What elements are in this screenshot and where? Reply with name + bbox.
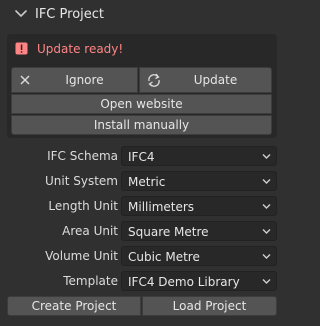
update-message: Update ready! <box>37 42 124 56</box>
dropdown-arrow-icon <box>262 254 271 259</box>
ignore-button[interactable]: Ignore <box>11 67 138 93</box>
update-label: Update <box>193 73 238 87</box>
load-project-button[interactable]: Load Project <box>142 296 277 316</box>
length-unit-select[interactable]: Millimeters <box>121 196 277 216</box>
field-unit-system: Unit System Metric <box>0 171 284 191</box>
update-button[interactable]: Update <box>139 67 272 93</box>
select-value: Square Metre <box>128 225 209 239</box>
create-project-button[interactable]: Create Project <box>7 296 141 316</box>
field-length-unit: Length Unit Millimeters <box>0 196 284 216</box>
panel-title: IFC Project <box>35 7 104 22</box>
volume-unit-select[interactable]: Cubic Metre <box>121 246 277 266</box>
ifc-project-panel: IFC Project Update ready! Ignore Update … <box>0 0 284 326</box>
dropdown-arrow-icon <box>262 179 271 184</box>
panel-header[interactable]: IFC Project <box>0 0 284 30</box>
ignore-label: Ignore <box>65 73 104 87</box>
field-label: Unit System <box>45 174 118 188</box>
open-website-button[interactable]: Open website <box>11 94 272 114</box>
field-label: Volume Unit <box>45 249 118 263</box>
install-manually-button[interactable]: Install manually <box>11 115 272 135</box>
chevron-down-icon[interactable] <box>15 9 27 19</box>
select-value: IFC4 <box>128 150 155 164</box>
field-ifc-schema: IFC Schema IFC4 <box>0 146 284 166</box>
select-value: Metric <box>128 175 166 189</box>
field-label: Template <box>63 274 118 288</box>
field-label: IFC Schema <box>47 149 118 163</box>
area-unit-select[interactable]: Square Metre <box>121 221 277 241</box>
dropdown-arrow-icon <box>262 279 271 284</box>
dropdown-arrow-icon <box>262 204 271 209</box>
warning-icon <box>15 42 28 55</box>
select-value: Millimeters <box>128 200 195 214</box>
select-value: Cubic Metre <box>128 250 200 264</box>
unit-system-select[interactable]: Metric <box>121 171 277 191</box>
dropdown-arrow-icon <box>262 154 271 159</box>
ifc-schema-select[interactable]: IFC4 <box>121 146 277 166</box>
template-select[interactable]: IFC4 Demo Library <box>121 271 277 291</box>
field-area-unit: Area Unit Square Metre <box>0 221 284 241</box>
field-volume-unit: Volume Unit Cubic Metre <box>0 246 284 266</box>
dropdown-arrow-icon <box>262 229 271 234</box>
field-label: Area Unit <box>62 224 118 238</box>
field-template: Template IFC4 Demo Library <box>0 271 284 291</box>
field-label: Length Unit <box>48 199 118 213</box>
select-value: IFC4 Demo Library <box>128 275 240 289</box>
